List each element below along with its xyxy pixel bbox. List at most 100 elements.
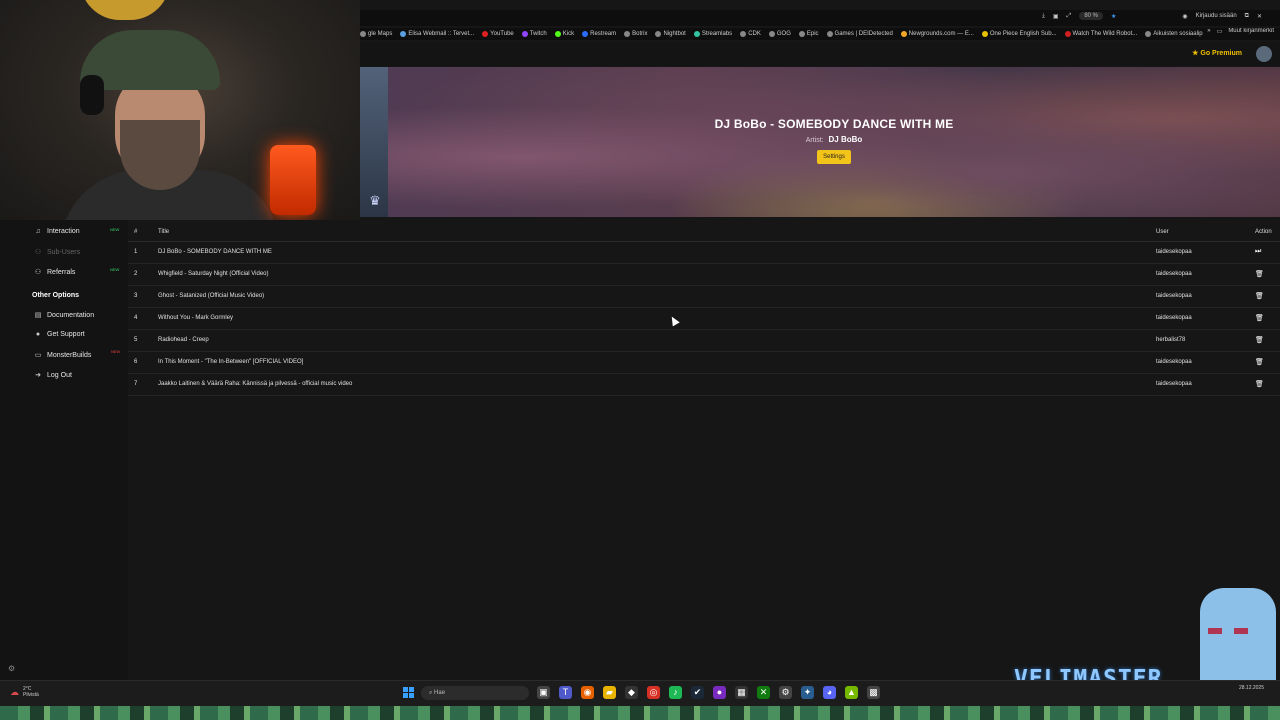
- bookmark-item[interactable]: gle Maps: [360, 31, 392, 37]
- settings-icon[interactable]: ⚙: [779, 686, 792, 699]
- star-icon[interactable]: ★: [1111, 13, 1116, 20]
- table-row: 7 Jaakko Laitinen & Väärä Raha: Kännissä …: [128, 374, 1280, 396]
- bookmark-label: gle Maps: [368, 31, 393, 37]
- restore-icon[interactable]: ⧉: [1245, 13, 1249, 20]
- bookmark-label: CDK: [748, 31, 761, 37]
- go-premium-link[interactable]: ★ Go Premium: [1192, 49, 1242, 57]
- bookmark-label: Watch The Wild Robot...: [1072, 31, 1138, 37]
- account-icon[interactable]: ◉: [1182, 13, 1187, 20]
- row-user: taidesekopaa: [1156, 293, 1192, 299]
- zoom-indicator[interactable]: 80 %: [1079, 12, 1103, 20]
- screenshot-icon[interactable]: ▣: [1053, 13, 1059, 20]
- obs-icon[interactable]: ●: [713, 686, 726, 699]
- sidebar-item-documentation[interactable]: ▤ Documentation: [34, 311, 95, 320]
- capture-icon[interactable]: ▩: [867, 686, 880, 699]
- row-title: Ghost - Satanized (Official Music Video): [158, 293, 265, 299]
- nvidia-icon[interactable]: ▲: [845, 686, 858, 699]
- other-bookmarks[interactable]: » ▭ Muut kirjanmerkit: [1203, 28, 1274, 35]
- row-number: 6: [134, 359, 138, 365]
- bookmark-item[interactable]: Games | DEIDetected: [826, 31, 893, 37]
- row-number: 7: [134, 381, 138, 387]
- sidebar-item-monsterbuilds[interactable]: ▭ MonsterBuilds: [34, 351, 92, 360]
- share-icon[interactable]: ⤢: [1067, 13, 1072, 20]
- weather-widget[interactable]: ☁ 2°C Pilvistä: [10, 686, 39, 698]
- trash-icon[interactable]: 🗑: [1255, 358, 1264, 366]
- bookmark-favicon-icon: [981, 31, 988, 37]
- close-window-icon[interactable]: ✕: [1257, 13, 1262, 20]
- browser-tabbar: ⤓ ▣ ⤢ 80 % ★ ◉ Kirjaudu sisään ⧉ ✕: [360, 10, 1280, 26]
- bookmark-item[interactable]: Watch The Wild Robot...: [1064, 31, 1138, 37]
- row-number: 2: [134, 271, 138, 277]
- bookmark-item[interactable]: CDK: [740, 31, 761, 37]
- settings-button[interactable]: Settings: [817, 150, 851, 164]
- bookmark-item[interactable]: Botrix: [624, 31, 647, 37]
- other-bookmarks-label: Muut kirjanmerkit: [1228, 28, 1274, 34]
- bookmark-label: One Piece English Sub...: [989, 31, 1057, 37]
- spotify-icon[interactable]: ♪: [669, 686, 682, 699]
- app-icon[interactable]: ▦: [735, 686, 748, 699]
- skip-icon[interactable]: ⏭: [1255, 248, 1261, 256]
- trash-icon[interactable]: 🗑: [1255, 336, 1264, 344]
- new-badge: NEW: [111, 349, 121, 354]
- row-title: DJ BoBo - SOMEBODY DANCE WITH ME: [158, 249, 272, 255]
- trash-icon[interactable]: 🗑: [1255, 270, 1264, 278]
- file-explorer-icon[interactable]: ▰: [603, 686, 616, 699]
- trash-icon[interactable]: 🗑: [1255, 292, 1264, 300]
- bookmark-label: Newgrounds.com — E...: [908, 31, 974, 37]
- row-user: taidesekopaa: [1156, 271, 1192, 277]
- store-icon[interactable]: ◆: [625, 686, 638, 699]
- chrome-icon[interactable]: ◎: [647, 686, 660, 699]
- song-queue-table: # Title User Action 1 DJ BoBo - SOMEBODY …: [128, 224, 1280, 396]
- row-user: herbalist78: [1156, 337, 1186, 343]
- new-badge: NEW: [110, 227, 120, 232]
- bookmark-item[interactable]: Nightbot: [655, 31, 686, 37]
- controller-icon[interactable]: ✦: [801, 686, 814, 699]
- trash-icon[interactable]: 🗑: [1255, 314, 1264, 322]
- sidebar-item-interaction[interactable]: ♫ Interaction: [34, 228, 79, 235]
- bookmark-favicon-icon: [400, 31, 407, 37]
- bookmark-item[interactable]: GOG: [768, 31, 791, 37]
- task-view-icon[interactable]: ▣: [537, 686, 550, 699]
- download-icon[interactable]: ⤓: [1042, 13, 1045, 20]
- bookmark-item[interactable]: Restream: [582, 31, 616, 37]
- avatar[interactable]: [1256, 46, 1272, 62]
- sidebar-item-referrals[interactable]: ⚇ Referrals: [34, 268, 76, 277]
- bookmark-favicon-icon: [900, 31, 907, 37]
- steam-icon[interactable]: ✔: [691, 686, 704, 699]
- row-number: 4: [134, 315, 138, 321]
- chevron-right-icon: »: [1207, 28, 1211, 34]
- lamp: [80, 0, 170, 20]
- bookmark-item[interactable]: Kick: [554, 31, 574, 37]
- firefox-icon[interactable]: ◉: [581, 686, 594, 699]
- row-number: 3: [134, 293, 138, 299]
- taskbar-search[interactable]: ⌕ Hae: [421, 686, 529, 700]
- bookmark-item[interactable]: YouTube: [482, 31, 514, 37]
- sidebar-item-label: Log Out: [47, 371, 72, 379]
- start-button[interactable]: [403, 687, 414, 698]
- sidebar-item-label: Documentation: [47, 311, 95, 319]
- bookmark-label: GOG: [776, 31, 791, 37]
- sidebar-item-log-out[interactable]: ➜ Log Out: [34, 371, 72, 380]
- sidebar-item-get-support[interactable]: ● Get Support: [34, 331, 85, 338]
- teams-icon[interactable]: T: [559, 686, 572, 699]
- bookmark-item[interactable]: Newgrounds.com — E...: [900, 31, 974, 37]
- artist-name: DJ BoBo: [828, 135, 863, 144]
- bookmark-item[interactable]: Epic: [798, 31, 819, 37]
- now-playing: DJ BoBo - SOMEBODY DANCE WITH ME Artist:…: [388, 67, 1280, 217]
- bookmark-favicon-icon: [521, 31, 528, 37]
- signin-link[interactable]: Kirjaudu sisään: [1196, 13, 1237, 19]
- bookmark-item[interactable]: Twitch: [521, 31, 547, 37]
- sidebar: ♫ Interaction NEW ⚇ Sub-Users ⚇ Referral…: [0, 220, 128, 680]
- trash-icon[interactable]: 🗑: [1255, 380, 1264, 388]
- sidebar-item-sub-users[interactable]: ⚇ Sub-Users: [34, 248, 80, 257]
- xbox-icon[interactable]: ✕: [757, 686, 770, 699]
- gear-icon[interactable]: ⚙: [8, 664, 15, 673]
- clock-date: 28.12.2025: [1238, 685, 1264, 691]
- bookmark-item[interactable]: One Piece English Sub...: [981, 31, 1057, 37]
- table-row: 6 In This Moment - "The In-Between" [OFFI…: [128, 352, 1280, 374]
- bookmark-favicon-icon: [768, 31, 775, 37]
- bookmark-item[interactable]: Streamlabs: [693, 31, 732, 37]
- bookmark-item[interactable]: Elisa Webmail :: Tervet...: [400, 31, 474, 37]
- table-row: 3 Ghost - Satanized (Official Music Video…: [128, 286, 1280, 308]
- discord-icon[interactable]: ◕: [823, 686, 836, 699]
